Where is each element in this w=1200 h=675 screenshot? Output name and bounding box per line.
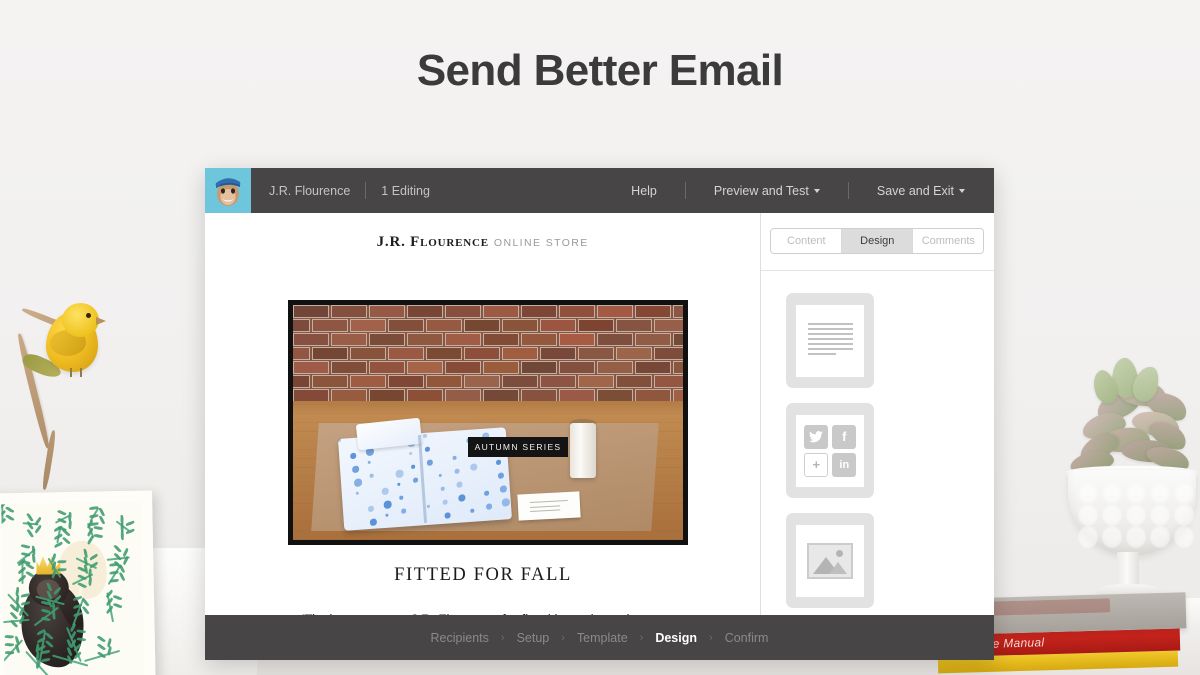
preview-and-test-menu[interactable]: Preview and Test — [701, 184, 833, 198]
twitter-icon — [804, 424, 829, 449]
tab-comments[interactable]: Comments — [913, 229, 984, 253]
linkedin-icon: in — [832, 452, 857, 477]
preview-and-test-label: Preview and Test — [713, 183, 809, 198]
step-setup[interactable]: Setup — [505, 631, 562, 645]
mailchimp-editor-window: J.R. Flourence 1 Editing Help Preview an… — [205, 168, 994, 660]
freddie-monkey-icon — [215, 178, 241, 206]
step-recipients[interactable]: Recipients — [419, 631, 501, 645]
tab-design[interactable]: Design — [842, 229, 914, 253]
divider — [847, 182, 849, 199]
app-body: J.R. Flourence ONLINE STORE AUTUMN SERIES… — [205, 213, 994, 660]
email-preview-canvas[interactable]: J.R. Flourence ONLINE STORE AUTUMN SERIES… — [205, 213, 761, 615]
image-icon — [807, 542, 854, 579]
milkglass-bowl — [1068, 470, 1196, 556]
text-block-preview — [796, 304, 865, 377]
image-block-preview — [796, 524, 865, 597]
page-title: Send Better Email — [416, 46, 784, 95]
wizard-footer: Recipients › Setup › Template › Design ›… — [205, 615, 994, 660]
brick-wall — [293, 305, 683, 402]
email-header: J.R. Flourence ONLINE STORE — [205, 213, 760, 251]
account-name[interactable]: J.R. Flourence — [269, 184, 350, 198]
social-icons-group: f + in — [804, 424, 857, 477]
content-blocks-grid: f + in — [786, 293, 976, 660]
topbar-left-group: J.R. Flourence 1 Editing — [269, 182, 430, 199]
chevron-down-icon — [813, 189, 820, 194]
tab-content[interactable]: Content — [771, 229, 843, 253]
sun-glyph — [836, 549, 844, 557]
twitter-bird-glyph — [809, 430, 824, 442]
text-lines-icon — [807, 323, 853, 358]
bird-head — [62, 303, 99, 337]
framed-chimp-artwork — [0, 490, 157, 675]
panel-tabs: Content Design Comments — [770, 228, 985, 254]
hero-image-block[interactable] — [288, 300, 688, 545]
divider — [684, 182, 686, 199]
add-social-icon[interactable]: + — [804, 452, 829, 477]
artwork-canvas — [1, 501, 145, 675]
social-block-preview: f + in — [796, 414, 865, 487]
save-and-exit-label: Save and Exit — [876, 183, 954, 198]
email-heading[interactable]: FITTED FOR FALL — [205, 565, 760, 586]
image-block-tile[interactable] — [786, 513, 875, 608]
email-brand-suffix: ONLINE STORE — [493, 237, 589, 249]
email-brand-name: J.R. Flourence — [376, 234, 489, 250]
price-tag — [517, 491, 581, 521]
panel-divider — [761, 270, 994, 271]
bird-beak — [96, 317, 106, 325]
mountain-glyph-small — [829, 561, 848, 574]
help-button[interactable]: Help — [618, 184, 670, 198]
bowl-stem — [1117, 552, 1139, 588]
design-side-panel: Content Design Comments f + in — [760, 213, 994, 660]
text-block-tile[interactable] — [786, 293, 875, 388]
step-design[interactable]: Design — [643, 631, 709, 645]
twine-spool — [570, 423, 596, 478]
app-topbar: J.R. Flourence 1 Editing Help Preview an… — [205, 168, 994, 213]
facebook-icon: f — [832, 424, 857, 449]
hero-badge: AUTUMN SERIES — [468, 437, 568, 457]
save-and-exit-menu[interactable]: Save and Exit — [864, 184, 978, 198]
step-confirm[interactable]: Confirm — [713, 631, 781, 645]
step-template[interactable]: Template — [565, 631, 640, 645]
divider — [365, 182, 367, 199]
bird-foot — [80, 368, 82, 377]
editing-status: 1 Editing — [381, 183, 430, 198]
topbar-right-group: Help Preview and Test Save and Exit — [618, 182, 994, 199]
bird-foot — [70, 368, 72, 377]
bird-eye — [86, 313, 91, 318]
chevron-down-icon — [959, 189, 965, 194]
mailchimp-logo[interactable] — [205, 168, 251, 213]
social-follow-block-tile[interactable]: f + in — [786, 403, 875, 498]
